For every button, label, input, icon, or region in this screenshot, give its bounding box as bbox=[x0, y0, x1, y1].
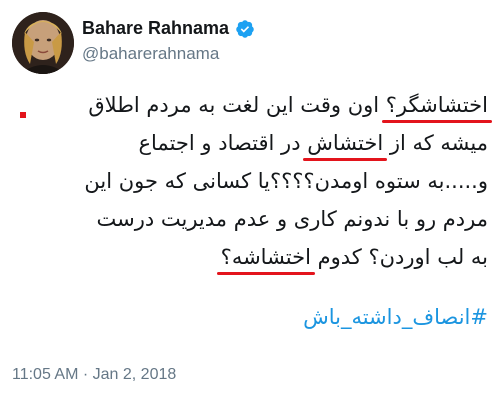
underlined-word: اختشاش bbox=[303, 124, 388, 162]
verified-badge-icon bbox=[235, 19, 255, 39]
text-segment: و.....به ستوه اومدن؟؟؟؟یا کسانی که جون ا… bbox=[84, 169, 488, 193]
text-segment: به لب اوردن؟ کدوم bbox=[310, 245, 488, 269]
tweet-line-4: مردم رو با ندونم کاری و عدم مدیریت درست bbox=[12, 200, 489, 238]
tweet-line-3: و.....به ستوه اومدن؟؟؟؟یا کسانی که جون ا… bbox=[12, 162, 488, 200]
tweet-line-1: اختشاشگر؟ اون وقت این لغت به مردم اطلاق bbox=[12, 86, 493, 124]
text-segment: اون وقت این لغت به مردم اطلاق bbox=[88, 93, 386, 117]
tweet-line-2: میشه که از اختشاش در اقتصاد و اجتماع bbox=[12, 124, 488, 162]
tweet-card: Bahare Rahnama @baharerahnama اختشاشگر؟ … bbox=[0, 0, 500, 401]
tweet-timestamp[interactable]: 11:05 AM · Jan 2, 2018 bbox=[12, 366, 176, 384]
author-row: Bahare Rahnama bbox=[82, 18, 255, 39]
display-name[interactable]: Bahare Rahnama bbox=[82, 18, 229, 39]
text-segment: میشه که از bbox=[383, 131, 488, 155]
user-handle[interactable]: @baharerahnama bbox=[82, 44, 219, 64]
avatar[interactable] bbox=[12, 12, 74, 74]
text-segment: مردم رو با ندونم کاری و عدم مدیریت درست bbox=[96, 207, 489, 231]
hashtag-link[interactable]: #انصاف_داشته_باش bbox=[303, 305, 488, 329]
tweet-line-5: به لب اوردن؟ کدوم اختشاشه؟ bbox=[12, 238, 488, 276]
tweet-text: اختشاشگر؟ اون وقت این لغت به مردم اطلاق … bbox=[12, 86, 493, 276]
text-segment: در اقتصاد و اجتماع bbox=[138, 131, 308, 155]
underlined-word: اختشاشه؟ bbox=[216, 238, 316, 276]
underlined-word: اختشاشگر؟ bbox=[381, 86, 493, 124]
